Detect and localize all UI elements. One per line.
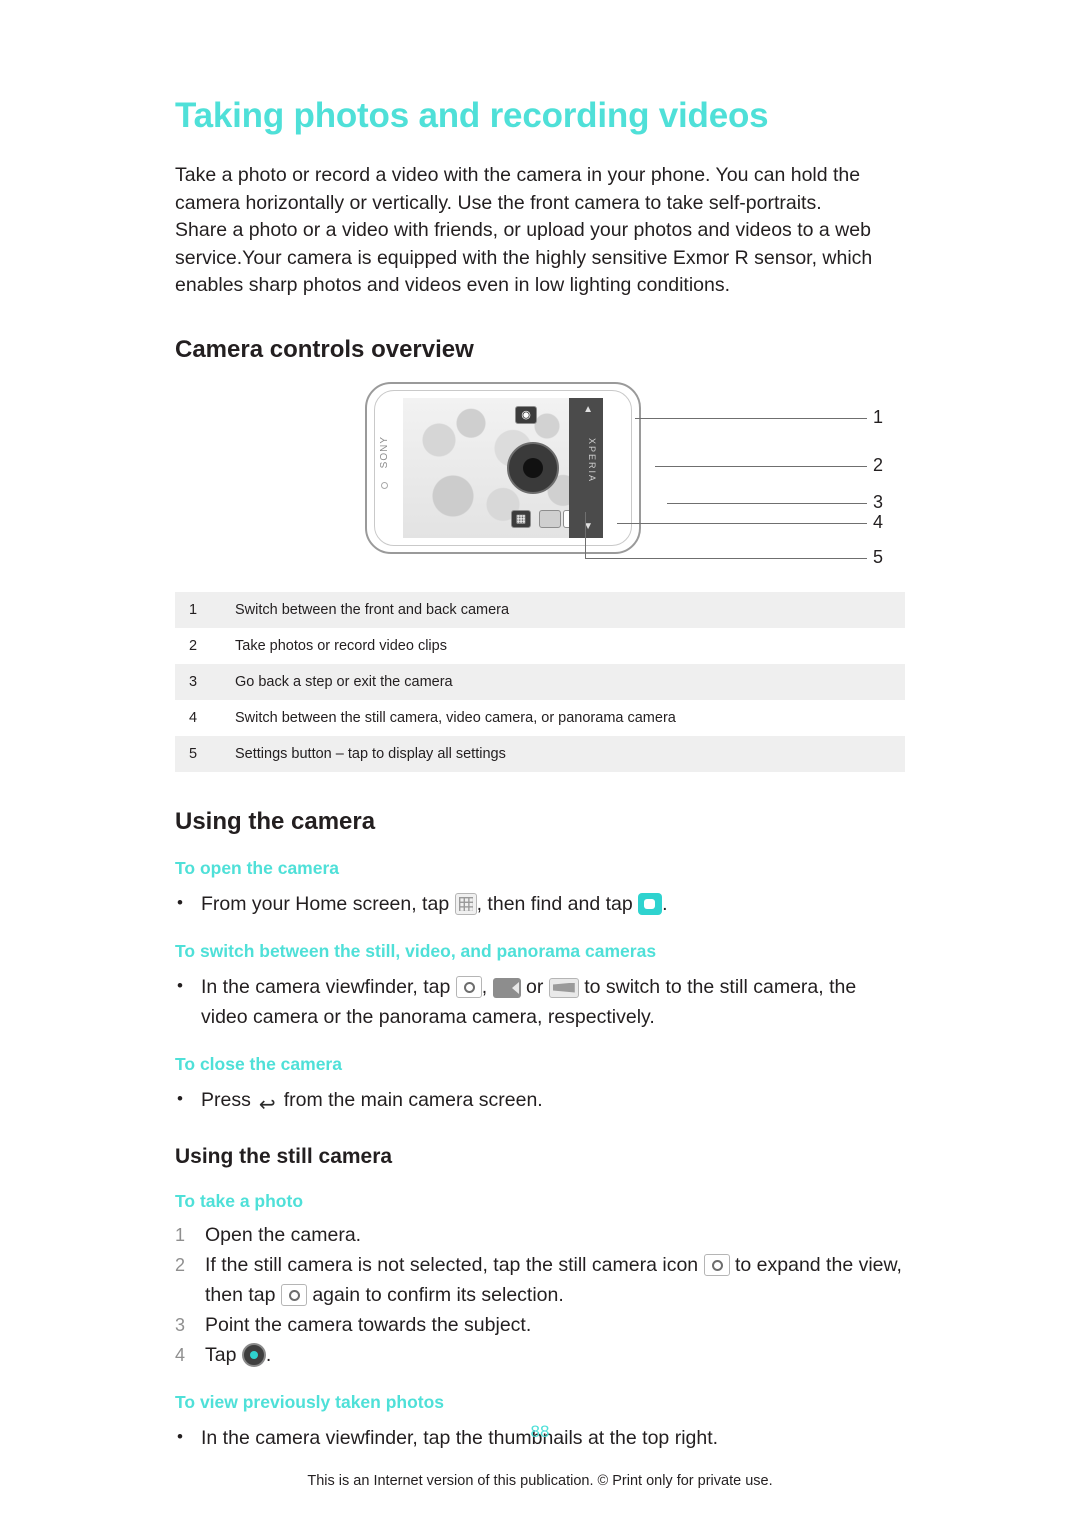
heading-using-the-camera: Using the camera (175, 807, 376, 835)
sony-brand-label: SONY (379, 435, 390, 468)
phone-body: SONY ◉ ▦ ◉ ▲ XPERIA ▼ (365, 381, 641, 554)
leader-line-4 (617, 522, 867, 524)
page-title: Taking photos and recording videos (175, 96, 769, 135)
viewfinder-side-bar: ▲ XPERIA ▼ (569, 397, 603, 538)
list-item: Press ↩ from the main camera screen. (175, 1084, 905, 1116)
step-text: If the still camera is not selected, tap… (205, 1253, 699, 1276)
xperia-side-label: XPERIA (587, 437, 597, 483)
footer-note: This is an Internet version of this publ… (307, 1473, 773, 1489)
step-text: Tap (205, 1343, 237, 1366)
legend-number: 4 (189, 709, 198, 726)
video-camera-icon (492, 977, 521, 998)
document-page: Taking photos and recording videos Take … (0, 0, 1080, 1527)
callout-number-4: 4 (873, 511, 884, 532)
table-row: 1 Switch between the front and back came… (175, 591, 905, 628)
switch-cameras-steps: In the camera viewfinder, tap , or to sw… (175, 971, 905, 1032)
shutter-button-icon (241, 1342, 266, 1367)
back-arrow-icon: ↩ (258, 1093, 276, 1116)
step-text: , (481, 975, 488, 998)
legend-text: Switch between the front and back camera (235, 601, 510, 618)
still-camera-icon (280, 1283, 307, 1306)
step-text: In the camera viewfinder, tap (201, 975, 451, 998)
legend-number: 3 (189, 673, 198, 690)
chevron-up-icon: ▲ (583, 403, 593, 415)
table-row: 5 Settings button – tap to display all s… (175, 735, 905, 772)
legend-text: Settings button – tap to display all set… (235, 745, 506, 762)
leader-line-1 (635, 417, 867, 419)
settings-grid-icon: ▦ (511, 509, 531, 528)
legend-text: Take photos or record video clips (235, 637, 447, 654)
panorama-camera-icon (548, 977, 579, 998)
close-camera-steps: Press ↩ from the main camera screen. (175, 1084, 905, 1116)
camera-app-icon (638, 892, 663, 915)
phone-illustration: SONY ◉ ▦ ◉ ▲ XPERIA ▼ (365, 381, 645, 560)
camera-controls-legend-table: 1 Switch between the front and back came… (175, 591, 905, 772)
step-text: or (526, 975, 544, 998)
list-item: Tap . (175, 1340, 905, 1370)
still-camera-icon (703, 1253, 730, 1276)
leader-line-5 (585, 557, 867, 559)
leader-line-3 (667, 502, 867, 504)
legend-text: Go back a step or exit the camera (235, 673, 453, 690)
list-item: Point the camera towards the subject. (175, 1310, 905, 1340)
step-text: . (662, 892, 668, 915)
table-row: 3 Go back a step or exit the camera (175, 663, 905, 700)
heading-to-switch-cameras: To switch between the still, video, and … (175, 940, 657, 961)
table-row: 2 Take photos or record video clips (175, 628, 905, 664)
legend-number: 2 (189, 637, 198, 654)
list-item: Open the camera. (175, 1220, 905, 1250)
shutter-button-icon (507, 441, 559, 494)
step-text: . (265, 1343, 272, 1366)
app-drawer-grid-icon (454, 892, 477, 915)
take-photo-steps: Open the camera. If the still camera is … (175, 1220, 905, 1370)
video-mode-icon (539, 509, 561, 528)
legend-number: 5 (189, 745, 198, 762)
callout-number-1: 1 (873, 406, 884, 427)
front-camera-toggle-icon: ◉ (515, 405, 537, 424)
list-item: If the still camera is not selected, tap… (175, 1250, 905, 1310)
camera-controls-figure: SONY ◉ ▦ ◉ ▲ XPERIA ▼ (175, 381, 905, 578)
legend-number: 1 (189, 601, 198, 618)
table-row: 4 Switch between the still camera, video… (175, 700, 905, 736)
step-text: From your Home screen, tap (201, 892, 450, 915)
heading-to-take-a-photo: To take a photo (175, 1190, 304, 1211)
phone-button-dot (381, 481, 388, 489)
callout-number-3: 3 (873, 491, 884, 512)
open-camera-steps: From your Home screen, tap , then find a… (175, 888, 905, 919)
step-text: again to confirm its selection. (312, 1283, 564, 1306)
step-text: Press (201, 1088, 251, 1111)
page-number: 88 (530, 1422, 550, 1441)
heading-using-the-still-camera: Using the still camera (175, 1144, 393, 1168)
heading-to-open-the-camera: To open the camera (175, 857, 340, 878)
legend-text: Switch between the still camera, video c… (235, 709, 676, 726)
figure-callouts: 1 2 3 4 5 (585, 382, 885, 572)
list-item: From your Home screen, tap , then find a… (175, 888, 905, 919)
camera-viewfinder-screen: ◉ ▦ ◉ ▲ XPERIA ▼ (403, 397, 603, 538)
callout-number-2: 2 (873, 454, 884, 475)
heading-camera-controls-overview: Camera controls overview (175, 335, 474, 363)
still-camera-icon (455, 975, 482, 998)
leader-line-5-vertical (585, 511, 586, 558)
step-text: , then find and tap (476, 892, 633, 915)
leader-line-2 (655, 465, 867, 467)
shutter-button-core (523, 457, 543, 478)
step-text: Open the camera. (205, 1223, 362, 1246)
step-text: Point the camera towards the subject. (205, 1313, 532, 1336)
intro-paragraph: Take a photo or record a video with the … (175, 164, 873, 296)
list-item: In the camera viewfinder, tap , or to sw… (175, 971, 905, 1032)
heading-to-close-the-camera: To close the camera (175, 1053, 342, 1074)
heading-to-view-previous-photos: To view previously taken photos (175, 1391, 445, 1412)
step-text: from the main camera screen. (283, 1088, 543, 1111)
callout-number-5: 5 (873, 546, 884, 567)
